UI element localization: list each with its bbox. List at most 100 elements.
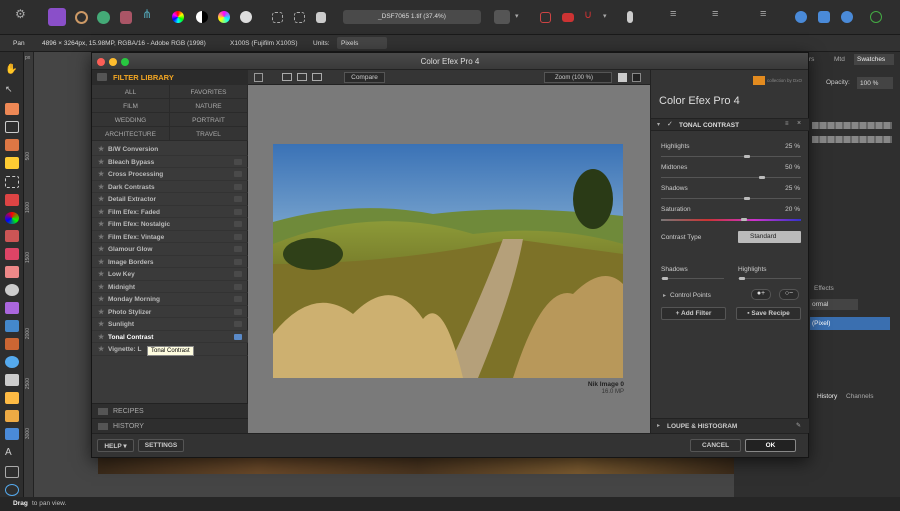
category-film[interactable]: FILM [92, 99, 170, 113]
filter-section-header[interactable]: ▾ ✓ TONAL CONTRAST ≡ × [651, 118, 809, 131]
toggle-icon[interactable] [562, 13, 574, 22]
invert-selection-icon[interactable] [316, 12, 326, 23]
selection-icon[interactable] [294, 12, 305, 23]
swatch-row[interactable] [812, 122, 892, 129]
filter-item[interactable]: ★ Cross Processing [92, 168, 248, 181]
settings-icon[interactable]: ⚙ [15, 7, 31, 23]
filter-item-selected[interactable]: ★ Tonal Contrast [92, 330, 248, 343]
filter-item[interactable]: ★ Low Key [92, 268, 248, 281]
distribute-icon[interactable]: ≡ [760, 8, 776, 24]
preset-icon[interactable] [234, 196, 242, 202]
eraser-icon[interactable] [5, 266, 19, 278]
view-icon[interactable] [818, 11, 830, 23]
star-icon[interactable]: ★ [98, 308, 104, 316]
slider-knob[interactable] [744, 155, 751, 158]
slider-knob[interactable] [739, 277, 745, 280]
export-persona-icon[interactable]: ⋔ [142, 7, 158, 23]
chevron-down-icon[interactable]: ▾ [603, 12, 607, 20]
units-select[interactable]: Pixels [337, 37, 387, 49]
star-icon[interactable]: ★ [98, 220, 104, 228]
highlights-protect-slider[interactable] [738, 277, 801, 280]
slider-knob[interactable] [744, 197, 751, 200]
dodge-icon[interactable] [5, 284, 19, 296]
color-wheel-icon[interactable] [172, 11, 184, 23]
star-icon[interactable]: ★ [98, 208, 104, 216]
photo-persona-icon[interactable] [75, 11, 88, 24]
recipes-section[interactable]: RECIPES [92, 403, 248, 418]
flood-select-icon[interactable] [5, 157, 19, 169]
zoom-select[interactable]: Zoom (100 %) [544, 72, 612, 83]
category-wedding[interactable]: WEDDING [92, 113, 170, 127]
star-icon[interactable]: ★ [98, 183, 104, 191]
settings-button[interactable]: SETTINGS [138, 439, 184, 452]
move-icon[interactable]: ↖ [5, 84, 19, 96]
save-recipe-button[interactable]: ▪ Save Recipe [736, 307, 801, 320]
slider-knob[interactable] [741, 218, 748, 221]
side-by-side-icon[interactable] [312, 73, 322, 81]
blend-mode-select[interactable]: ormal [810, 299, 858, 310]
color-picker-icon[interactable] [5, 103, 19, 115]
help-button[interactable]: HELP ▾ [97, 439, 134, 452]
preview-image[interactable] [273, 144, 623, 378]
checkmark-icon[interactable]: ✓ [667, 120, 673, 128]
cancel-button[interactable]: CANCEL [690, 439, 741, 452]
loupe-histogram-section[interactable]: ▸ LOUPE & HISTOGRAM ✎ [651, 418, 809, 433]
black-white-icon[interactable] [196, 11, 208, 23]
color-icon[interactable] [5, 212, 19, 224]
pin-icon[interactable]: ✎ [796, 422, 801, 429]
collapse-icon[interactable]: ▾ [657, 121, 660, 128]
tab-swatches[interactable]: Swatches [854, 54, 894, 65]
develop-persona-icon[interactable] [120, 11, 132, 24]
split-view-icon[interactable] [297, 73, 307, 81]
filter-item[interactable]: ★ Glamour Glow [92, 243, 248, 256]
add-control-point-button[interactable]: ●+ [751, 289, 771, 300]
opacity-field[interactable]: 100 % [857, 77, 893, 89]
expand-icon[interactable]: ▸ [657, 422, 660, 429]
preset-icon[interactable] [234, 171, 242, 177]
shadows-protect-slider[interactable] [661, 277, 724, 280]
star-icon[interactable]: ★ [98, 158, 104, 166]
filter-item[interactable]: ★ Sunlight [92, 318, 248, 331]
star-icon[interactable]: ★ [98, 333, 104, 341]
liquify-persona-icon[interactable] [97, 11, 110, 24]
category-architecture[interactable]: ARCHITECTURE [92, 127, 170, 141]
snapping-icon[interactable] [494, 10, 510, 24]
magnet-icon[interactable]: ∪ [584, 8, 600, 24]
hand-icon[interactable]: ✋ [5, 64, 19, 76]
slider-knob[interactable] [758, 176, 765, 179]
preset-icon[interactable] [234, 208, 242, 215]
preset-icon[interactable] [234, 221, 242, 227]
star-icon[interactable]: ★ [98, 270, 104, 278]
preset-icon[interactable] [234, 246, 242, 252]
category-nature[interactable]: NATURE [170, 99, 248, 113]
pen-icon[interactable] [5, 392, 19, 404]
red-eye-icon[interactable] [5, 338, 19, 350]
preset-icon[interactable] [234, 158, 242, 165]
blur-icon[interactable] [5, 356, 19, 368]
category-travel[interactable]: TRAVEL [170, 127, 248, 141]
star-icon[interactable]: ★ [98, 170, 104, 178]
brush-icon[interactable] [5, 230, 19, 242]
close-icon[interactable]: × [797, 120, 801, 127]
layer-row[interactable]: (Pixel) [810, 317, 890, 330]
tab-brushes[interactable]: rs [809, 56, 814, 63]
preset-icon[interactable] [234, 183, 242, 190]
filter-item[interactable]: ★ Detail Extractor [92, 193, 248, 206]
white-balance-icon[interactable] [240, 11, 252, 23]
star-icon[interactable]: ★ [98, 195, 104, 203]
marquee-icon[interactable] [272, 12, 283, 23]
preset-icon[interactable] [234, 233, 242, 240]
arrange-icon[interactable]: ≡ [712, 8, 728, 24]
filter-item[interactable]: ★ Midnight [92, 281, 248, 293]
align-icon[interactable]: ≡ [670, 8, 686, 24]
compare-button[interactable]: Compare [344, 72, 385, 83]
filter-item[interactable]: ★ Photo Stylizer [92, 306, 248, 318]
remove-control-point-button[interactable]: ○− [779, 289, 799, 300]
star-icon[interactable]: ★ [98, 345, 104, 353]
star-icon[interactable]: ★ [98, 145, 104, 153]
clone-icon[interactable] [5, 302, 19, 314]
filter-item[interactable]: ★ B/W Conversion [92, 143, 248, 156]
preset-icon[interactable] [234, 296, 242, 302]
selection-brush-icon[interactable] [5, 139, 19, 151]
filter-item[interactable]: ★ Monday Morning [92, 293, 248, 306]
